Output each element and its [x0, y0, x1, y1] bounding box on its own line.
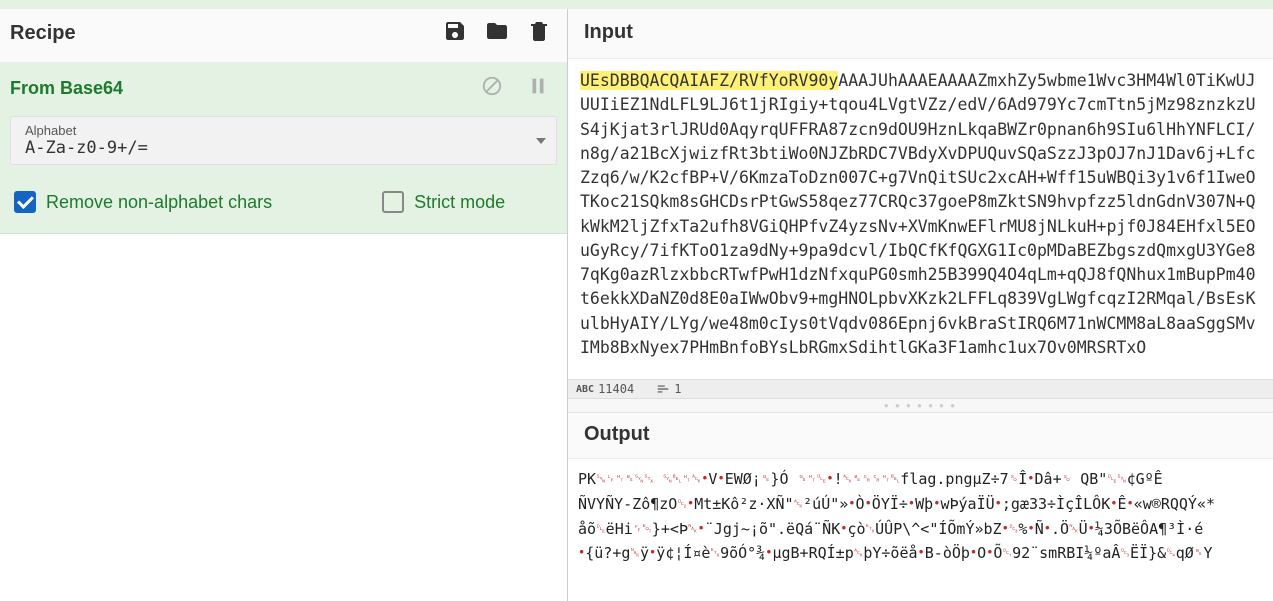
remove-non-alpha-checkbox[interactable]: Remove non-alphabet chars: [14, 191, 272, 213]
remove-non-alpha-label: Remove non-alphabet chars: [46, 192, 272, 213]
input-rest: AAAJUhAAAEAAAAZmxhZy5wbme1Wvc3HM4Wl0TiKw…: [580, 71, 1256, 357]
line-count: 1: [674, 382, 681, 396]
abc-icon: ABC: [576, 384, 594, 395]
char-count: 11404: [598, 382, 634, 396]
recipe-header: Recipe: [0, 9, 567, 63]
save-icon[interactable]: [443, 19, 467, 48]
pause-icon[interactable]: [527, 75, 549, 102]
operation-name: From Base64: [10, 78, 123, 99]
input-status-bar: ABC 11404 1: [568, 379, 1273, 399]
alphabet-label: Alphabet: [25, 123, 148, 138]
checkbox-checked-icon: [14, 191, 36, 213]
input-header: Input: [568, 9, 1273, 59]
output-header: Output: [568, 413, 1273, 459]
strict-mode-label: Strict mode: [414, 192, 505, 213]
operation-block: From Base64 Alphabet A-Za-z0-9+/=: [0, 63, 567, 234]
checkbox-unchecked-icon: [382, 191, 404, 213]
input-highlighted: UEsDBBQACQAIAFZ/RVfYoRV90y: [580, 71, 838, 90]
disable-icon[interactable]: [481, 75, 503, 102]
recipe-title: Recipe: [10, 22, 76, 45]
lines-icon: [656, 382, 670, 396]
output-title: Output: [584, 423, 1257, 446]
alphabet-value: A-Za-z0-9+/=: [25, 138, 148, 158]
alphabet-dropdown[interactable]: Alphabet A-Za-z0-9+/=: [10, 116, 557, 165]
input-textarea[interactable]: UEsDBBQACQAIAFZ/RVfYoRV90yAAAJUhAAAEAAAA…: [568, 59, 1273, 379]
strict-mode-checkbox[interactable]: Strict mode: [382, 191, 505, 213]
input-title: Input: [584, 21, 1257, 44]
folder-icon[interactable]: [485, 19, 509, 48]
trash-icon[interactable]: [527, 19, 551, 48]
recipe-panel: Recipe From Base64: [0, 9, 568, 601]
chevron-down-icon: [536, 138, 546, 144]
output-textarea[interactable]: PK␖␊␉␈␖␂ ␖␇␉␆•V•EWØ¡␝}Ó ␝␉␐•!␆␈␍␍␉␇flag.…: [568, 459, 1273, 601]
resize-handle[interactable]: ● ● ● ● ● ● ●: [568, 399, 1273, 413]
